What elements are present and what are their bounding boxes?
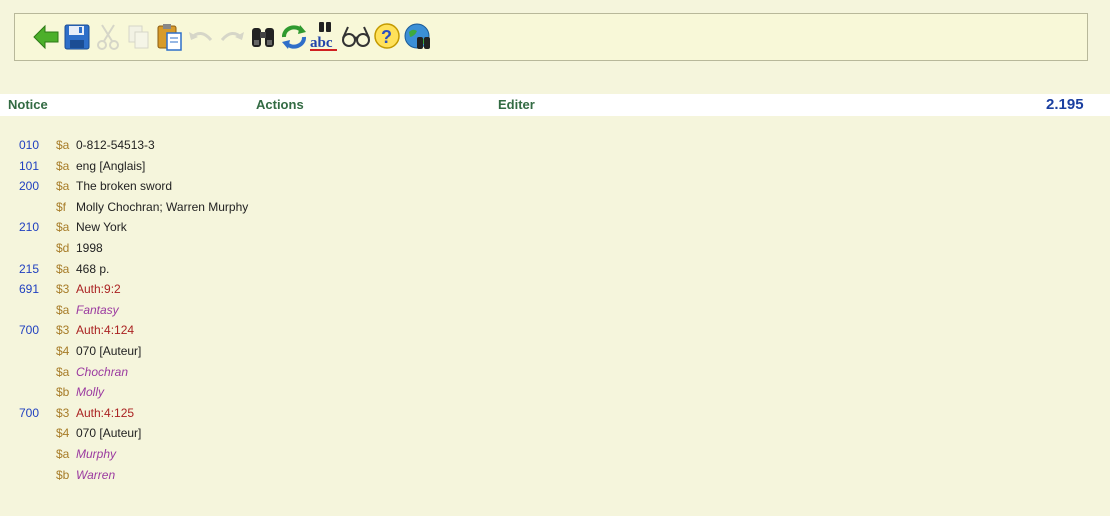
paste-button[interactable] xyxy=(153,19,186,55)
subfield-value: Molly xyxy=(76,385,105,400)
cut-button[interactable] xyxy=(91,19,124,55)
actions-heading: Actions xyxy=(256,97,304,112)
toolbar: abc ? xyxy=(14,13,1088,61)
subfield-value: New York xyxy=(76,220,127,235)
subfield-code: $3 xyxy=(56,282,70,297)
subfield-value: Warren xyxy=(76,467,116,482)
subfield-code: $a xyxy=(56,158,70,173)
subfield-value: 070 [Auteur] xyxy=(76,426,142,441)
globe-search-button[interactable] xyxy=(401,19,434,55)
subfield-code: $b xyxy=(56,385,70,400)
subfield-code: $a xyxy=(56,261,70,276)
field-tag: 200 xyxy=(19,179,40,194)
copy-button[interactable] xyxy=(122,19,155,55)
save-button[interactable] xyxy=(60,19,93,55)
subfield-code: $a xyxy=(56,302,70,317)
column-header: Notice Actions Editer 2.195 xyxy=(0,94,1110,116)
field-tag: 700 xyxy=(19,323,40,338)
subfield-code: $4 xyxy=(56,426,70,441)
field-tag: 215 xyxy=(19,261,40,276)
cut-scissors-icon xyxy=(96,24,119,50)
spellcheck-button[interactable]: abc xyxy=(308,19,341,55)
search-button[interactable] xyxy=(246,19,279,55)
globe-search-icon xyxy=(404,23,430,49)
subfield-code: $a xyxy=(56,138,70,152)
subfield-code: $a xyxy=(56,220,70,235)
svg-text:abc: abc xyxy=(310,35,333,51)
subfield-value: 1998 xyxy=(76,240,103,255)
svg-text:?: ? xyxy=(381,27,392,47)
binoculars-icon xyxy=(251,28,274,47)
field-tag: 210 xyxy=(19,220,40,235)
subfield-value: 468 p. xyxy=(76,261,110,276)
record-count: 2.195 xyxy=(1046,96,1084,113)
subfield-value: The broken sword xyxy=(76,179,173,194)
subfield-code: $f xyxy=(56,199,67,214)
subfield-value: Molly Chochran; Warren Murphy xyxy=(76,199,249,214)
preview-button[interactable] xyxy=(339,19,372,55)
subfield-code: $d xyxy=(56,240,70,255)
subfield-value: Chochran xyxy=(76,364,129,379)
glasses-icon xyxy=(341,26,370,47)
subfield-value: eng [Anglais] xyxy=(76,158,146,173)
subfield-code: $a xyxy=(56,364,70,379)
field-tag: 010 xyxy=(19,138,40,152)
undo-icon xyxy=(188,32,212,42)
editer-heading: Editer xyxy=(498,97,535,112)
subfield-value: Murphy xyxy=(76,446,117,461)
subfield-code: $a xyxy=(56,446,70,461)
subfield-code: $3 xyxy=(56,323,70,338)
help-button[interactable]: ? xyxy=(370,19,403,55)
help-icon: ? xyxy=(373,23,400,49)
paste-icon xyxy=(157,24,182,51)
subfield-value[interactable]: Auth:4:125 xyxy=(76,403,134,424)
subfield-value: 0-812-54513-3 xyxy=(76,138,155,152)
redo-icon xyxy=(220,32,244,42)
field-tag: 101 xyxy=(19,158,40,173)
field-tag: 691 xyxy=(19,282,40,297)
subfield-code: $4 xyxy=(56,343,70,358)
spellcheck-icon: abc xyxy=(309,22,337,51)
notice-heading: Notice xyxy=(8,97,48,112)
subfield-code: $b xyxy=(56,467,70,482)
back-button[interactable] xyxy=(29,19,62,55)
copy-icon xyxy=(128,25,148,49)
redo-button[interactable] xyxy=(215,19,248,55)
undo-button[interactable] xyxy=(184,19,217,55)
subfield-code: $3 xyxy=(56,405,70,420)
subfield-value[interactable]: Auth:4:124 xyxy=(76,320,134,341)
field-tag: 700 xyxy=(19,405,40,420)
refresh-button[interactable] xyxy=(277,19,310,55)
subfield-value: Fantasy xyxy=(76,302,119,317)
subfield-value[interactable]: Auth:9:2 xyxy=(76,279,121,300)
save-disk-icon xyxy=(64,24,89,50)
subfield-value: 070 [Auteur] xyxy=(76,343,142,358)
subfield-code: $a xyxy=(56,179,70,194)
refresh-icon xyxy=(281,25,306,49)
back-arrow-icon xyxy=(32,24,58,50)
